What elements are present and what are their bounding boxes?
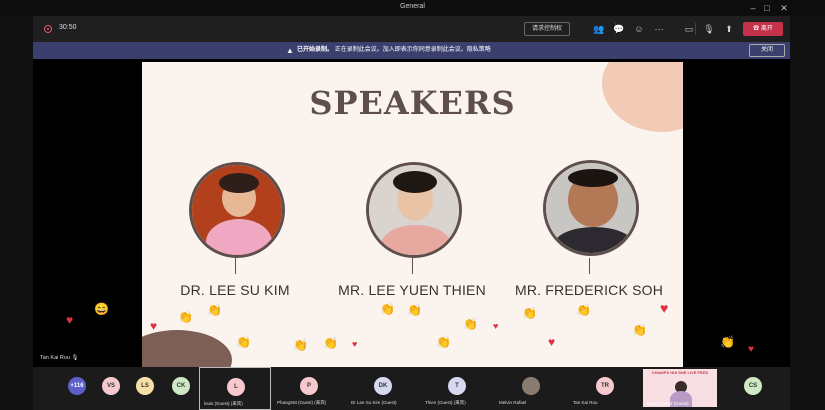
maximize-icon[interactable]: □ xyxy=(761,2,773,14)
avatar: L xyxy=(227,378,245,396)
participant-video-tile[interactable]: CHAMPS HUI SHE LIVE FEED Hartini Yusof (… xyxy=(643,369,717,407)
share-screen-icon[interactable]: ⬆ xyxy=(723,23,735,35)
meeting-timer: 30:50 xyxy=(59,24,77,31)
participant-tile[interactable]: TR Tan Kai Rou xyxy=(569,367,641,410)
speaker-photo xyxy=(543,160,639,256)
video-overlay-text: CHAMPS HUI SHE LIVE FEED xyxy=(651,370,709,375)
avatar: P xyxy=(300,377,318,395)
participant-name: Dr Lee Su Kim (Guest) xyxy=(351,400,397,405)
banner-bold-text: 已开始录制。 xyxy=(297,47,334,53)
banner-close-button[interactable]: 关闭 xyxy=(749,44,785,57)
mic-icon: 🎙 xyxy=(71,355,79,361)
close-window-icon[interactable]: ✕ xyxy=(778,2,790,14)
window-title: General xyxy=(400,3,425,10)
avatar: TR xyxy=(596,377,614,395)
minimize-icon[interactable]: – xyxy=(747,2,759,14)
clap-reaction-icon: 👏 xyxy=(522,306,537,320)
heart-reaction-icon: ♥ xyxy=(548,335,556,349)
participant-name: PhangSM (Guest) (来宾) xyxy=(277,400,327,405)
speaker-name: DR. LEE SU KIM xyxy=(180,282,290,298)
heart-reaction-icon: ♥ xyxy=(660,300,669,316)
heart-reaction-icon: ♥ xyxy=(493,321,499,331)
heart-reaction-icon: ♥ xyxy=(150,319,158,333)
clap-reaction-icon: 👏 xyxy=(207,303,222,317)
leave-button[interactable]: ☎ 离开 xyxy=(743,22,783,36)
participant-strip: +116 VS LS CK L louis (Guest) (来宾) P Pha… xyxy=(33,367,790,410)
slide-decoration-bottom xyxy=(142,330,232,367)
shared-slide: SPEAKERS DR. LEE SU KIM MR. LEE YUEN THI… xyxy=(142,62,683,367)
speaker-photo xyxy=(189,162,285,258)
clap-reaction-icon: 👏 xyxy=(407,303,422,317)
request-control-button[interactable]: 请求控制权 xyxy=(524,22,570,36)
participant-tile[interactable]: T Thien (Guest) (来宾) xyxy=(421,367,493,410)
avatar: CK xyxy=(172,377,190,395)
participant-name: Melvin Rafael xyxy=(499,400,527,405)
avatar: CS xyxy=(744,377,762,395)
chat-icon[interactable]: 💬 xyxy=(613,23,625,35)
participants-icon[interactable]: 👥 xyxy=(593,23,605,35)
toolbar-divider-2 xyxy=(695,23,696,35)
speaker-connector xyxy=(412,258,413,274)
heart-reaction-icon: ♥ xyxy=(352,339,358,349)
speaker-photo xyxy=(366,162,462,258)
banner-text: 正在录制此会议。加入即表示你同意录制此会议。隐私策略 xyxy=(334,47,491,53)
phone-icon: ☎ xyxy=(753,26,761,32)
mic-off-icon[interactable]: 🎙 xyxy=(703,23,715,35)
speaker-name: MR. LEE YUEN THIEN xyxy=(338,282,486,298)
avatar: T xyxy=(448,377,466,395)
participant-tile[interactable]: P PhangSM (Guest) (来宾) xyxy=(273,367,345,410)
clap-reaction-icon: 👏 xyxy=(380,302,395,316)
clap-reaction-icon: 👏 xyxy=(323,336,338,350)
clap-reaction-icon: 👏 xyxy=(720,335,735,349)
participant-tile[interactable]: CS xyxy=(717,367,789,410)
participant-tile[interactable]: L louis (Guest) (来宾) xyxy=(199,367,271,410)
presenter-label: Tan Kai Rou 🎙 xyxy=(40,355,78,361)
heart-reaction-icon: ♥ xyxy=(66,313,74,327)
reactions-icon[interactable]: ☺ xyxy=(633,23,645,35)
leave-label: 离开 xyxy=(760,26,773,32)
participant-tile[interactable]: Melvin Rafael xyxy=(495,367,567,410)
recording-icon xyxy=(44,25,52,33)
participant-name: louis (Guest) (来宾) xyxy=(204,401,243,406)
heart-reaction-icon: ♥ xyxy=(748,344,754,355)
speaker-connector xyxy=(235,258,236,274)
clap-reaction-icon: 👏 xyxy=(293,338,308,352)
clap-reaction-icon: 👏 xyxy=(436,335,451,349)
warning-icon: ▲ xyxy=(286,46,294,55)
banner-message: 已开始录制。 正在录制此会议。加入即表示你同意录制此会议。隐私策略 xyxy=(297,46,491,55)
emoji-reaction-icon: 😄 xyxy=(94,302,109,316)
clap-reaction-icon: 👏 xyxy=(463,317,478,331)
presenter-name: Tan Kai Rou xyxy=(40,355,70,361)
clap-reaction-icon: 👏 xyxy=(236,335,251,349)
slide-title: SPEAKERS xyxy=(309,84,516,122)
clap-reaction-icon: 👏 xyxy=(632,323,647,337)
clap-reaction-icon: 👏 xyxy=(576,303,591,317)
participant-name: Hartini Yusof (Guest) xyxy=(647,401,689,406)
camera-off-icon[interactable]: ▭ xyxy=(683,23,695,35)
more-actions-icon[interactable]: ⋯ xyxy=(653,23,665,35)
participant-name: Tan Kai Rou xyxy=(573,400,598,405)
window-titlebar: General – □ ✕ xyxy=(0,0,825,16)
avatar: DK xyxy=(374,377,392,395)
participant-tile[interactable]: DK Dr Lee Su Kim (Guest) xyxy=(347,367,419,410)
meeting-toolbar: 30:50 请求控制权 👥 💬 ☺ ⋯ ▭ 🎙 ⬆ ☎ 离开 xyxy=(33,16,790,42)
participant-name: Thien (Guest) (来宾) xyxy=(425,400,466,405)
speaker-connector xyxy=(589,258,590,274)
avatar xyxy=(522,377,540,395)
speaker-name: MR. FREDERICK SOH xyxy=(514,282,664,298)
clap-reaction-icon: 👏 xyxy=(178,310,193,324)
recording-banner: ▲ 已开始录制。 正在录制此会议。加入即表示你同意录制此会议。隐私策略 关闭 xyxy=(33,42,790,59)
